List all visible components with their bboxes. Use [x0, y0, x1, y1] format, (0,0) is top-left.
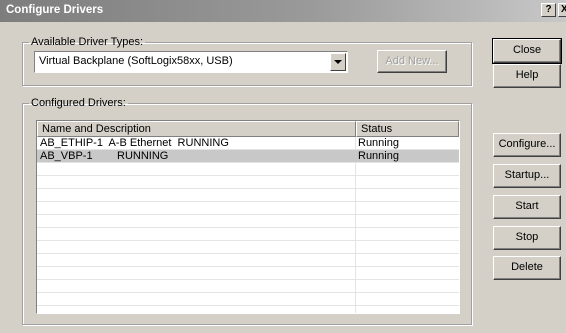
close-title-button[interactable]: X: [558, 3, 566, 17]
configured-drivers-label: Configured Drivers:: [31, 97, 126, 109]
driver-status-cell: Running: [358, 150, 399, 162]
add-new-button[interactable]: Add New...: [377, 50, 447, 73]
table-row[interactable]: AB_ETHIP-1 A-B Ethernet RUNNING Running: [37, 137, 459, 150]
delete-button[interactable]: Delete: [493, 256, 561, 280]
empty-row: [37, 202, 459, 215]
chevron-down-icon[interactable]: [330, 53, 346, 71]
empty-row: [37, 254, 459, 267]
empty-row: [37, 293, 459, 306]
empty-row: [37, 163, 459, 176]
driver-status-cell: Running: [358, 137, 399, 149]
window-title: Configure Drivers: [6, 4, 104, 16]
driver-type-dropdown[interactable]: Virtual Backplane (SoftLogix58xx, USB): [34, 51, 348, 73]
available-driver-types-label: Available Driver Types:: [31, 36, 144, 48]
title-bar: Configure Drivers ? X: [0, 0, 566, 22]
empty-row: [37, 176, 459, 189]
empty-row: [37, 306, 459, 313]
driver-type-selected-value: Virtual Backplane (SoftLogix58xx, USB): [39, 55, 233, 67]
empty-row: [37, 241, 459, 254]
help-button[interactable]: Help: [493, 64, 561, 88]
empty-row: [37, 267, 459, 280]
list-rows: AB_ETHIP-1 A-B Ethernet RUNNING Running AB…: [37, 137, 459, 313]
configured-drivers-list[interactable]: Name and Description Status AB_ETHIP-1 A…: [36, 120, 460, 314]
driver-name-cell: AB_ETHIP-1 A-B Ethernet RUNNING: [40, 137, 229, 149]
start-button[interactable]: Start: [493, 195, 561, 219]
configure-button[interactable]: Configure...: [493, 133, 561, 157]
stop-button[interactable]: Stop: [493, 226, 561, 250]
driver-name-cell: AB_VBP-1 RUNNING: [40, 150, 169, 162]
close-button[interactable]: Close: [492, 38, 562, 64]
column-header-status[interactable]: Status: [356, 121, 459, 137]
table-row[interactable]: AB_VBP-1 RUNNING Running: [37, 150, 459, 163]
column-header-name[interactable]: Name and Description: [37, 121, 356, 137]
empty-row: [37, 280, 459, 293]
empty-row: [37, 189, 459, 202]
empty-row: [37, 228, 459, 241]
help-title-button[interactable]: ?: [541, 3, 556, 17]
empty-row: [37, 215, 459, 228]
startup-button[interactable]: Startup...: [493, 164, 561, 188]
list-header: Name and Description Status: [37, 121, 459, 137]
